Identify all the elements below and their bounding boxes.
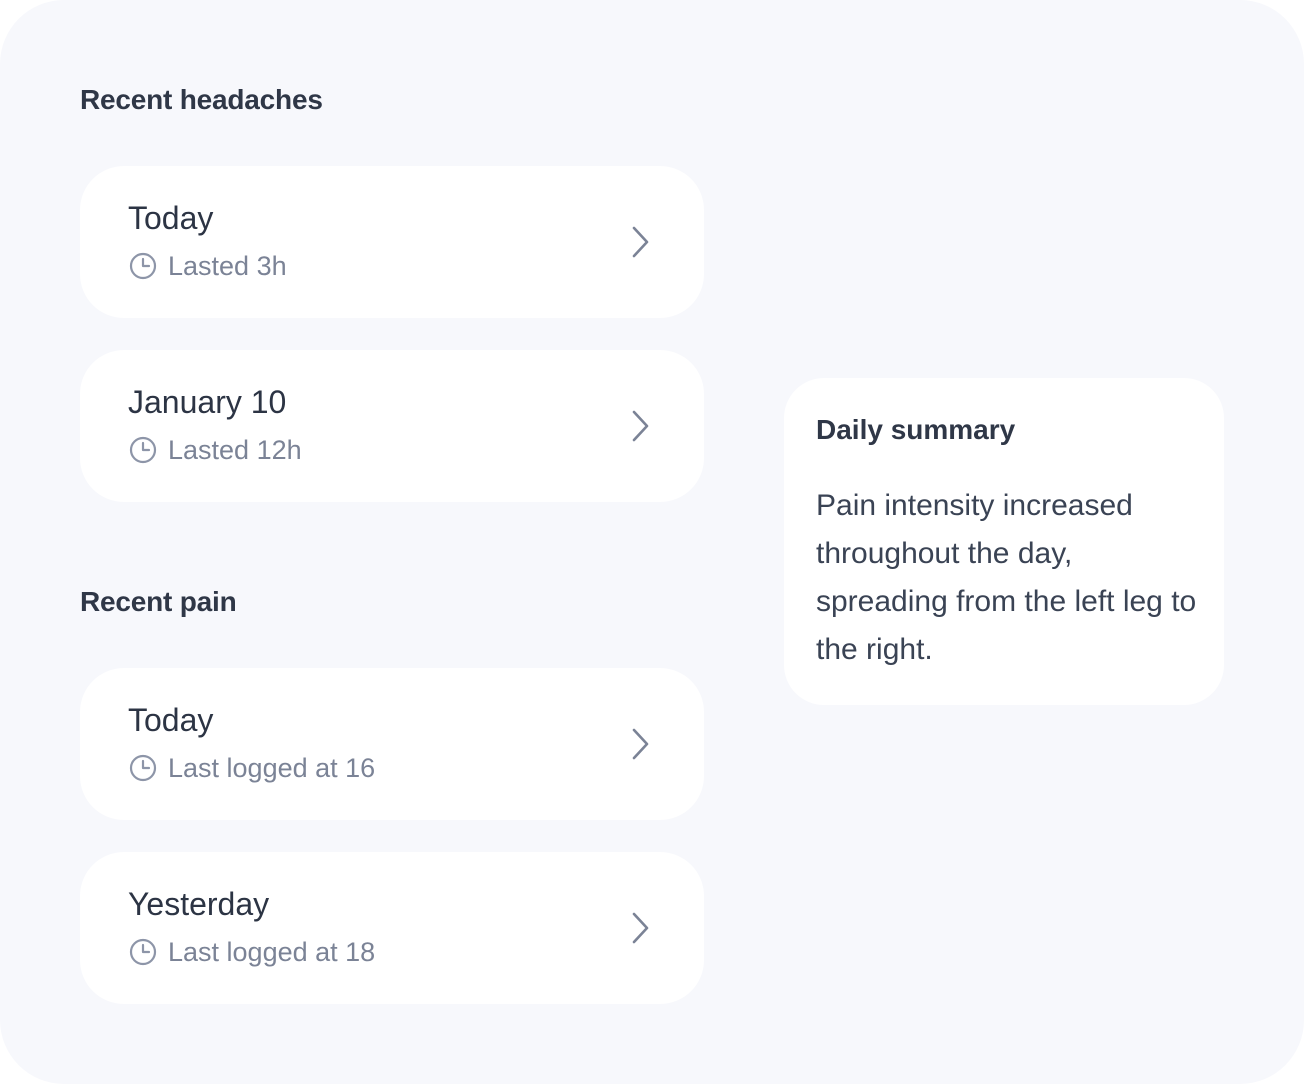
- headache-item-duration: Lasted 3h: [168, 251, 287, 281]
- pain-item-meta: Last logged at 18: [128, 936, 375, 968]
- headache-item-title: Today: [128, 200, 214, 236]
- headache-item-meta: Lasted 3h: [128, 250, 287, 282]
- headache-item-title: January 10: [128, 384, 287, 420]
- pain-item-today[interactable]: Today Last logged at 16: [80, 668, 704, 820]
- chevron-right-icon: [632, 728, 649, 760]
- clock-icon: [129, 252, 157, 280]
- clock-icon: [129, 436, 157, 464]
- chevron-right-icon: [632, 912, 649, 944]
- daily-summary-card: Daily summary Pain intensity increased t…: [784, 378, 1224, 705]
- pain-item-title: Yesterday: [128, 886, 270, 922]
- headache-item-january-10[interactable]: January 10 Lasted 12h: [80, 350, 704, 502]
- headache-item-today[interactable]: Today Lasted 3h: [80, 166, 704, 318]
- recent-pain-heading: Recent pain: [80, 586, 237, 617]
- pain-item-last-logged: Last logged at 18: [168, 937, 376, 967]
- headache-item-meta: Lasted 12h: [128, 434, 302, 466]
- chevron-right-icon: [632, 410, 649, 442]
- headache-item-duration: Lasted 12h: [168, 435, 302, 465]
- pain-item-meta: Last logged at 16: [128, 752, 375, 784]
- app-panel: Recent headaches Today Lasted 3h January…: [0, 0, 1304, 1084]
- clock-icon: [129, 938, 157, 966]
- daily-summary-text: Pain intensity increased throughout the …: [816, 489, 1197, 666]
- clock-icon: [129, 754, 157, 782]
- daily-summary-title: Daily summary: [816, 414, 1016, 445]
- recent-headaches-heading: Recent headaches: [80, 84, 323, 115]
- chevron-right-icon: [632, 226, 649, 258]
- pain-item-last-logged: Last logged at 16: [168, 753, 376, 783]
- pain-item-yesterday[interactable]: Yesterday Last logged at 18: [80, 852, 704, 1004]
- pain-item-title: Today: [128, 702, 214, 738]
